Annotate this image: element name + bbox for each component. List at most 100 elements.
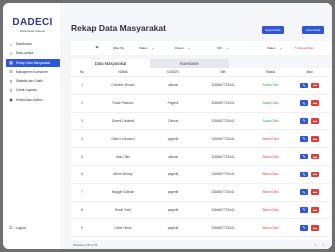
edit-button[interactable]: ✎ xyxy=(300,118,308,124)
edit-button[interactable]: ✎ xyxy=(300,153,308,160)
trash-icon: ▬ xyxy=(313,118,317,123)
table-row: 6 Alfred Murray pageriti 3284567723441 Belum… xyxy=(71,166,331,184)
reset-filter-button[interactable]: ↻ Reset Filter xyxy=(295,46,314,50)
edit-button[interactable]: ✎ xyxy=(300,136,308,142)
chevron-down-icon: ⌄ xyxy=(226,46,229,50)
cell-no: 4 xyxy=(81,136,83,141)
delete-button[interactable]: ▬ xyxy=(311,189,319,195)
cell-nik: 3284567723441 xyxy=(211,172,235,177)
header-no: No xyxy=(79,70,85,74)
filter-dusun-dropdown[interactable]: Dusun ⌄ xyxy=(175,46,191,50)
pencil-icon: ✎ xyxy=(302,119,306,124)
delete-button[interactable]: ▬ xyxy=(311,118,319,124)
filter-bar: ⏷ Filter By Status ⌄ Dusun ⌄ NIK ⌄ Statu… xyxy=(71,41,331,55)
pencil-icon: ✎ xyxy=(302,83,306,88)
cell-dusun: Pagerili xyxy=(167,101,179,106)
cell-no: 6 xyxy=(81,172,83,177)
table-row: 3 Darrell Caldwell Cikeusi 3284567723441 Sud… xyxy=(71,113,331,131)
edit-button[interactable]: ✎ xyxy=(300,189,308,195)
trash-icon: ▬ xyxy=(313,136,317,141)
cell-no: 8 xyxy=(81,207,83,212)
sidebar-item-kuesioner[interactable]: ☰ Manajemen Kuesioner xyxy=(6,68,60,76)
delete-button[interactable]: ▬ xyxy=(311,225,319,231)
cell-no: 2 xyxy=(81,101,83,106)
filter-by-label: Filter By xyxy=(113,46,125,50)
trash-icon: ▬ xyxy=(313,207,317,212)
sidebar-item-data-lansia[interactable]: ☺ Data Lansia xyxy=(6,49,60,57)
filter-nik-dropdown[interactable]: NIK ⌄ xyxy=(217,46,229,50)
table-row: 5 Alan Cain cikeusi 3284567723441 Belum Diis… xyxy=(71,148,331,166)
edit-button[interactable]: ✎ xyxy=(300,207,308,213)
cell-aksi: ✎ ▬ xyxy=(288,189,331,195)
delete-button[interactable]: ▬ xyxy=(311,171,319,178)
cell-dusun: cikeusi xyxy=(168,83,178,88)
filter-dusun-label: Dusun xyxy=(175,46,184,50)
tab-data-masyarakat[interactable]: Data Masyarakat xyxy=(71,59,150,68)
edit-button[interactable]: ✎ xyxy=(300,100,308,106)
cell-no: 5 xyxy=(81,154,83,159)
cell-dusun: pageriti xyxy=(167,172,179,177)
pencil-icon: ✎ xyxy=(302,190,306,195)
cell-aksi: ✎ ▬ xyxy=(288,118,331,124)
sidebar-item-label: Statistik dan Grafik xyxy=(16,79,43,84)
cell-nik: 3284567723441 xyxy=(211,154,235,159)
chevron-down-icon: ⌄ xyxy=(187,46,191,50)
sidebar-item-label: Dashboard xyxy=(16,42,32,46)
cell-nik: 3284567723441 xyxy=(211,207,235,212)
sidebar-item-label: Kelola Akun Admin xyxy=(16,97,43,102)
delete-button[interactable]: ▬ xyxy=(311,207,319,213)
sidebar-item-dashboard[interactable]: ⌂ Dashboard xyxy=(6,40,60,48)
sidebar-item-kelola-akun[interactable]: ▣ Kelola Akun Admin xyxy=(6,96,60,104)
chevron-down-icon: ⌄ xyxy=(151,46,155,50)
filter-status-dropdown[interactable]: Status ⌄ xyxy=(139,46,154,50)
table-header: No NAMA DUSUN NIK Status Aksi xyxy=(71,68,331,77)
export-data-button[interactable]: Export Data xyxy=(262,26,284,34)
cell-nama: Rosie Todd xyxy=(115,207,131,212)
delete-button[interactable]: ▬ xyxy=(311,136,319,142)
status-badge: Sudah Diisi xyxy=(262,101,279,106)
edit-button[interactable]: ✎ xyxy=(300,171,308,178)
cell-dusun: pageriti xyxy=(167,136,179,141)
sidebar-item-label: Manajemen Kuesioner xyxy=(16,69,48,74)
delete-button[interactable]: ▬ xyxy=(311,82,319,89)
trash-icon: ▬ xyxy=(313,154,317,159)
cell-aksi: ✎ ▬ xyxy=(288,171,331,178)
cell-aksi: ✎ ▬ xyxy=(288,207,331,213)
delete-button[interactable]: ▬ xyxy=(311,100,319,106)
status-badge: Belum Diisi xyxy=(262,190,279,195)
trash-icon: ▬ xyxy=(313,225,317,230)
table-row: 4 Gilbert Johnston pageriti 3284567723441 Be… xyxy=(71,130,331,149)
chevron-down-icon: ⌄ xyxy=(279,46,283,50)
brand-name: DADECI xyxy=(12,17,53,28)
delete-button[interactable]: ▬ xyxy=(311,153,319,160)
pencil-icon: ✎ xyxy=(302,155,306,160)
import-data-button[interactable]: Import Data xyxy=(302,26,324,34)
status-badge: Belum Diisi xyxy=(262,136,279,141)
prev-page-button[interactable]: ‹ xyxy=(315,242,316,247)
trash-icon: ▬ xyxy=(313,83,317,88)
edit-button[interactable]: ✎ xyxy=(300,82,308,89)
cell-aksi: ✎ ▬ xyxy=(288,82,331,89)
status-badge: Sudah Diisi xyxy=(262,118,279,123)
filter-status-label: Status xyxy=(139,46,148,50)
cell-nik: 3284567723441 xyxy=(211,136,235,141)
next-page-button[interactable]: › xyxy=(323,242,324,247)
sidebar: DADECI Data Desa Cikeusi ⌂ Dashboard ☺ D… xyxy=(3,3,62,249)
sidebar-item-statistik[interactable]: ⚲ Statistik dan Grafik xyxy=(6,77,60,85)
sidebar-item-rekap-data[interactable]: ▦ Rekap Data Masyarakat xyxy=(6,58,60,67)
cell-nik: 3284567723441 xyxy=(211,190,235,195)
tab-kuesioner[interactable]: Kuesioner xyxy=(150,59,229,68)
power-icon: ⏻ xyxy=(9,225,13,230)
cell-dusun: cikeusi xyxy=(168,154,178,159)
page-title: Rekap Data Masyarakat xyxy=(71,23,166,33)
cell-nama: Christine Brooks xyxy=(111,83,135,88)
status-badge: Sudah Diisi xyxy=(262,83,279,88)
cell-no: 9 xyxy=(81,225,83,230)
sidebar-item-cetak-laporan[interactable]: ⚲ Cetak Laporan xyxy=(6,86,60,94)
filter-status2-dropdown[interactable]: Status ⌄ xyxy=(267,46,282,50)
logout-button[interactable]: ⏻ Logout xyxy=(9,225,26,230)
app-window: DADECI Data Desa Cikeusi ⌂ Dashboard ☺ D… xyxy=(3,3,332,249)
edit-button[interactable]: ✎ xyxy=(300,225,308,231)
trash-icon: ▬ xyxy=(313,172,317,177)
home-icon: ⌂ xyxy=(9,41,13,47)
